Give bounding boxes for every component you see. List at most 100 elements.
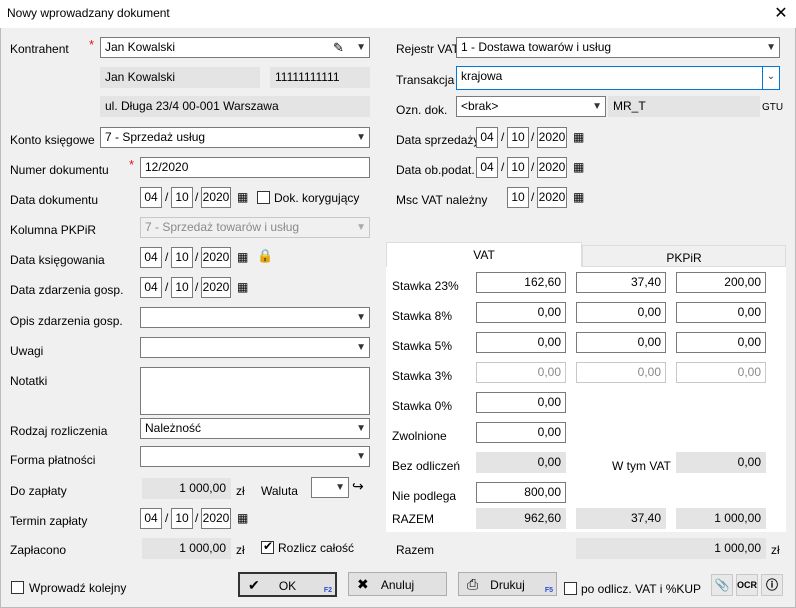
konto-select[interactable]: 7 - Sprzedaż usług ▼ bbox=[100, 127, 370, 148]
chevron-down-icon[interactable]: ▼ bbox=[335, 478, 345, 497]
kontrahent-select[interactable]: Jan Kowalski ✎ ▼ bbox=[100, 37, 370, 58]
termin-year[interactable]: 2020 bbox=[201, 508, 231, 529]
data-ob-year[interactable]: 2020 bbox=[537, 157, 567, 178]
termin-month[interactable]: 10 bbox=[171, 508, 193, 529]
redo-arrow-icon[interactable]: ↪ bbox=[352, 478, 364, 495]
netto-input[interactable]: 162,60 bbox=[476, 272, 566, 293]
ok-button[interactable]: ✔ OK F2 bbox=[238, 572, 337, 597]
termin-day[interactable]: 04 bbox=[140, 508, 162, 529]
netto-input[interactable]: 0,00 bbox=[476, 302, 566, 323]
calendar-icon[interactable]: ▦ bbox=[573, 190, 584, 204]
cancel-button[interactable]: ✖ Anuluj bbox=[348, 572, 447, 596]
chevron-down-icon[interactable]: ▼ bbox=[356, 308, 366, 327]
data-dok-day[interactable]: 04 bbox=[140, 187, 162, 208]
razem-total-unit: zł bbox=[771, 543, 780, 557]
calendar-icon[interactable]: ▦ bbox=[237, 280, 248, 294]
kontrahent-name: Jan Kowalski bbox=[100, 67, 260, 88]
netto-input[interactable]: 0,00 bbox=[476, 392, 566, 413]
lock-icon: 🔒 bbox=[257, 248, 274, 263]
waluta-select[interactable]: ▼ bbox=[311, 477, 349, 498]
msc-vat-year[interactable]: 2020 bbox=[537, 187, 567, 208]
window-title: Nowy wprowadzany dokument bbox=[7, 6, 170, 20]
calendar-icon[interactable]: ▦ bbox=[573, 130, 584, 144]
date-separator: / bbox=[165, 250, 169, 264]
ocr-button[interactable]: OCR bbox=[736, 574, 758, 596]
chevron-down-icon[interactable]: ▼ bbox=[356, 38, 366, 57]
data-sprz-year[interactable]: 2020 bbox=[537, 127, 567, 148]
chevron-down-icon[interactable]: ▼ bbox=[766, 38, 776, 57]
rejestr-label: Rejestr VAT bbox=[396, 42, 459, 56]
rozlicz-checkbox[interactable] bbox=[261, 539, 274, 554]
date-separator: / bbox=[195, 190, 199, 204]
vat-input[interactable]: 0,00 bbox=[576, 302, 666, 323]
bez-odliczen-value: 0,00 bbox=[476, 452, 566, 473]
odlicz-vat-checkbox[interactable] bbox=[564, 582, 577, 595]
calendar-icon[interactable]: ▦ bbox=[237, 190, 248, 204]
nie-podlega-input[interactable]: 800,00 bbox=[476, 482, 566, 503]
forma-label: Forma płatności bbox=[10, 453, 96, 467]
brutto-input[interactable]: 0,00 bbox=[676, 302, 766, 323]
uwagi-select[interactable]: ▼ bbox=[140, 337, 370, 358]
rejestr-select[interactable]: 1 - Dostawa towarów i usług ▼ bbox=[456, 37, 780, 58]
forma-select[interactable]: ▼ bbox=[140, 446, 370, 467]
msc-vat-month[interactable]: 10 bbox=[507, 187, 529, 208]
netto-input[interactable]: 0,00 bbox=[476, 332, 566, 353]
chevron-down-icon[interactable]: ▼ bbox=[356, 447, 366, 466]
data-sprz-day[interactable]: 04 bbox=[476, 127, 498, 148]
chevron-down-icon[interactable]: ▼ bbox=[356, 128, 366, 147]
numer-input[interactable]: 12/2020 bbox=[140, 157, 370, 178]
chevron-down-icon[interactable]: ▼ bbox=[356, 338, 366, 357]
gtu-label: GTU bbox=[762, 102, 784, 113]
chevron-down-icon[interactable]: ▼ bbox=[592, 97, 602, 116]
ozn-select[interactable]: <brak> ▼ bbox=[456, 96, 606, 117]
tab-pkpir[interactable]: PKPiR bbox=[582, 245, 786, 267]
date-separator: / bbox=[501, 130, 505, 144]
chevron-down-icon: ▼ bbox=[356, 222, 366, 233]
chevron-down-icon[interactable]: ⌄ bbox=[762, 67, 779, 89]
data-sprz-month[interactable]: 10 bbox=[507, 127, 529, 148]
close-icon[interactable]: ✕ bbox=[770, 3, 792, 25]
rejestr-value: 1 - Dostawa towarów i usług bbox=[461, 40, 612, 54]
attachment-icon[interactable]: 📎 bbox=[711, 574, 733, 596]
data-zdarz-month[interactable]: 10 bbox=[171, 277, 193, 298]
calendar-icon[interactable]: ▦ bbox=[573, 160, 584, 174]
transakcja-select[interactable]: krajowa ⌄ bbox=[456, 66, 780, 90]
do-zaplaty-value: 1 000,00 bbox=[142, 478, 231, 499]
vat-input[interactable]: 37,40 bbox=[576, 272, 666, 293]
data-ob-day[interactable]: 04 bbox=[476, 157, 498, 178]
data-ob-month[interactable]: 10 bbox=[507, 157, 529, 178]
razem-brutto: 1 000,00 bbox=[676, 508, 766, 529]
data-zdarz-year[interactable]: 2020 bbox=[201, 277, 231, 298]
data-ksieg-day[interactable]: 04 bbox=[140, 247, 162, 268]
wprowadz-kolejny-checkbox[interactable] bbox=[11, 581, 24, 594]
razem-total-value: 1 000,00 bbox=[576, 538, 766, 559]
row-label: Stawka 0% bbox=[392, 399, 453, 413]
data-ksieg-month[interactable]: 10 bbox=[171, 247, 193, 268]
info-icon[interactable]: ⓘ bbox=[761, 574, 783, 596]
msc-vat-label: Msc VAT należny bbox=[396, 193, 488, 207]
notatki-textarea[interactable] bbox=[140, 367, 370, 415]
data-zdarz-day[interactable]: 04 bbox=[140, 277, 162, 298]
data-ob-label: Data ob.podat. bbox=[396, 163, 475, 177]
vat-input[interactable]: 0,00 bbox=[576, 332, 666, 353]
data-ksieg-year[interactable]: 2020 bbox=[201, 247, 231, 268]
print-button[interactable]: ⎙ Drukuj F5 bbox=[458, 572, 557, 596]
pencil-icon[interactable]: ✎ bbox=[333, 38, 344, 57]
data-dok-year[interactable]: 2020 bbox=[201, 187, 231, 208]
data-dok-month[interactable]: 10 bbox=[171, 187, 193, 208]
zaplacono-label: Zapłacono bbox=[10, 543, 67, 557]
korekta-label: Dok. korygujący bbox=[274, 191, 360, 205]
calendar-icon[interactable]: ▦ bbox=[237, 250, 248, 264]
razem-label: RAZEM bbox=[392, 512, 434, 526]
rodzaj-select[interactable]: Należność ▼ bbox=[140, 418, 370, 439]
netto-input[interactable]: 0,00 bbox=[476, 422, 566, 443]
data-ksieg-label: Data księgowania bbox=[10, 253, 105, 267]
tab-vat[interactable]: VAT bbox=[386, 242, 582, 267]
calendar-icon[interactable]: ▦ bbox=[237, 511, 248, 525]
brutto-input[interactable]: 200,00 bbox=[676, 272, 766, 293]
korekta-checkbox[interactable] bbox=[257, 191, 270, 204]
chevron-down-icon[interactable]: ▼ bbox=[356, 419, 366, 438]
brutto-input[interactable]: 0,00 bbox=[676, 332, 766, 353]
opis-select[interactable]: ▼ bbox=[140, 307, 370, 328]
required-mark: * bbox=[129, 157, 135, 172]
